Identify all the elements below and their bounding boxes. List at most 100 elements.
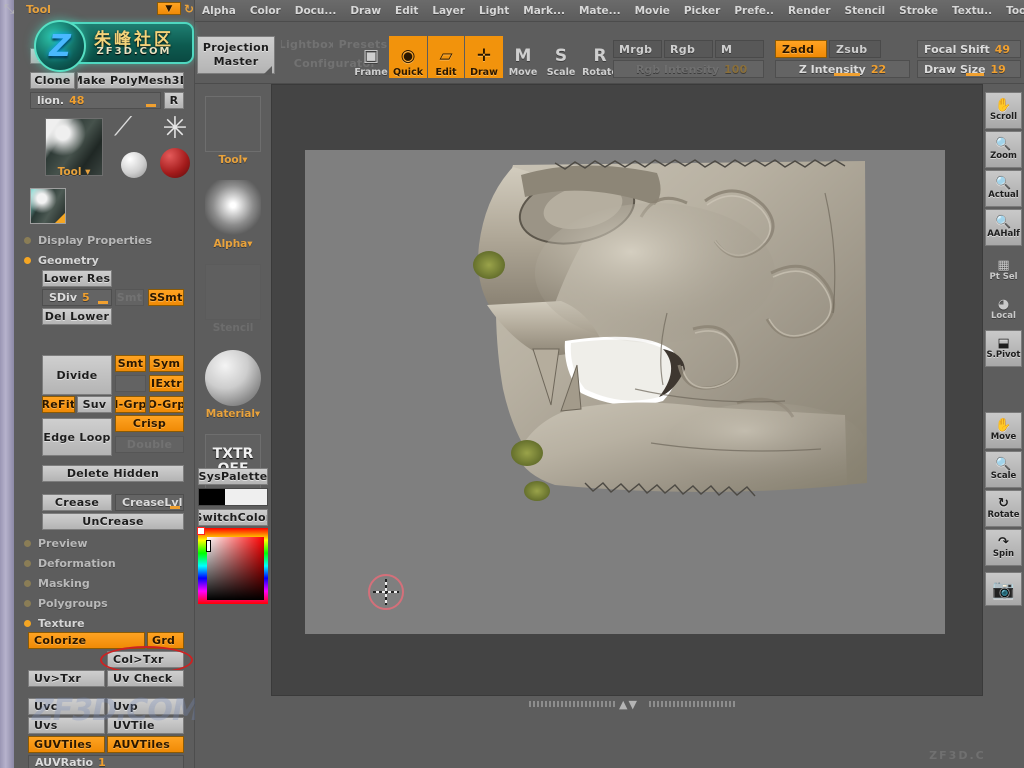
crease-lvl-knob[interactable] bbox=[170, 506, 180, 509]
tool-selector-label[interactable]: Tool▾ bbox=[195, 154, 271, 166]
menu-color[interactable]: Color bbox=[243, 0, 288, 22]
syspalette-button[interactable]: SysPalette bbox=[198, 468, 268, 485]
divide-button[interactable]: Divide bbox=[42, 355, 112, 395]
toolbar-scale-button[interactable]: S Scale bbox=[543, 36, 579, 79]
menu-document[interactable]: Docu... bbox=[288, 0, 344, 22]
tool-thumbnail-brush[interactable]: ⟋ bbox=[114, 112, 150, 154]
toolbar-quick-button[interactable]: ◉ Quick bbox=[389, 36, 427, 78]
rail-spin-button[interactable]: ↷ Spin bbox=[985, 529, 1022, 566]
iextr-button[interactable]: IExtr bbox=[149, 375, 184, 392]
zadd-button[interactable]: Zadd bbox=[775, 40, 827, 58]
rail-local-button[interactable]: ◕ Local bbox=[985, 291, 1022, 328]
menu-render[interactable]: Render bbox=[781, 0, 838, 22]
toolbar-draw-button[interactable]: ✛ Draw bbox=[465, 36, 503, 78]
ssmt-button[interactable]: SSmt bbox=[148, 289, 184, 306]
menu-preferences[interactable]: Prefe.. bbox=[727, 0, 781, 22]
rail-ptsel-button[interactable]: ▦ Pt Sel bbox=[985, 252, 1022, 289]
alpha-selector-label[interactable]: Alpha▾ bbox=[195, 238, 271, 250]
current-tool-field[interactable]: lion. 48 bbox=[30, 92, 161, 109]
reset-tool-button[interactable]: R bbox=[164, 92, 184, 109]
menu-stroke[interactable]: Stroke bbox=[892, 0, 945, 22]
menu-picker[interactable]: Picker bbox=[677, 0, 728, 22]
tool-thumbnail-sphere3d[interactable] bbox=[121, 152, 147, 178]
rail-scroll-button[interactable]: ✋ Scroll bbox=[985, 92, 1022, 129]
sdiv-knob[interactable] bbox=[98, 301, 108, 304]
uvc-button[interactable]: Uvc bbox=[28, 698, 105, 715]
document-viewport[interactable] bbox=[271, 84, 983, 696]
uvs-button[interactable]: Uvs bbox=[28, 717, 105, 734]
menu-edit[interactable]: Edit bbox=[388, 0, 425, 22]
crease-button[interactable]: Crease bbox=[42, 494, 112, 511]
sculpted-model[interactable] bbox=[405, 153, 875, 525]
section-preview[interactable]: Preview bbox=[19, 533, 195, 553]
tool-thumbnail-red-sphere[interactable] bbox=[160, 148, 190, 178]
rail-rotate-button[interactable]: ↻ Rotate bbox=[985, 490, 1022, 527]
menu-tool[interactable]: Tool bbox=[999, 0, 1024, 22]
rail-scale-button[interactable]: 🔍 Scale bbox=[985, 451, 1022, 488]
color-picker-hue-ring[interactable] bbox=[197, 527, 268, 604]
rail-camera-button[interactable]: 📷 bbox=[985, 572, 1022, 606]
current-tool-thumbnail[interactable] bbox=[205, 96, 261, 152]
menu-material[interactable]: Mate... bbox=[572, 0, 628, 22]
uncrease-button[interactable]: UnCrease bbox=[42, 513, 184, 530]
mrgb-button[interactable]: Mrgb bbox=[613, 40, 662, 58]
left-edge-scrollbar[interactable] bbox=[0, 0, 14, 768]
current-alpha-thumbnail[interactable] bbox=[205, 180, 261, 236]
auvratio-slider[interactable]: AUVRatio 1 bbox=[28, 755, 184, 768]
section-display-properties[interactable]: Display Properties bbox=[19, 230, 195, 250]
color-picker-sv-square[interactable] bbox=[207, 537, 264, 600]
o-grp-button[interactable]: O-Grp bbox=[149, 396, 184, 413]
crisp-button[interactable]: Crisp bbox=[115, 415, 184, 432]
canvas-resize-arrows-icon[interactable]: ▲▼ bbox=[619, 698, 638, 711]
menu-alpha[interactable]: Alpha bbox=[195, 0, 243, 22]
rail-actual-button[interactable]: 🔍 Actual bbox=[985, 170, 1022, 207]
edge-loop-button[interactable]: Edge Loop bbox=[42, 418, 112, 456]
uvp-button[interactable]: Uvp bbox=[107, 698, 184, 715]
auvtiles-button[interactable]: AUVTiles bbox=[107, 736, 184, 753]
rail-spivot-button[interactable]: ⬓ S.Pivot bbox=[985, 330, 1022, 367]
color-picker-sv-handle[interactable] bbox=[206, 540, 211, 552]
current-material-thumbnail[interactable] bbox=[205, 350, 261, 406]
menu-marker[interactable]: Mark... bbox=[516, 0, 572, 22]
canvas-area[interactable] bbox=[305, 150, 945, 634]
section-texture[interactable]: Texture bbox=[19, 613, 195, 633]
clone-button[interactable]: Clone bbox=[30, 72, 75, 89]
menu-stencil[interactable]: Stencil bbox=[838, 0, 893, 22]
z-intensity-slider[interactable]: Z Intensity 22 bbox=[775, 60, 910, 78]
menu-layer[interactable]: Layer bbox=[425, 0, 472, 22]
secondary-color-swatch[interactable] bbox=[225, 489, 267, 505]
section-polygroups[interactable]: Polygroups bbox=[19, 593, 195, 613]
grd-button[interactable]: Grd bbox=[147, 632, 184, 649]
bottom-hatch-right[interactable] bbox=[649, 701, 735, 707]
focal-shift-slider[interactable]: Focal Shift 49 bbox=[917, 40, 1021, 58]
uvtile-button[interactable]: UVTile bbox=[107, 717, 184, 734]
rail-zoom-button[interactable]: 🔍 Zoom bbox=[985, 131, 1022, 168]
toolbar-frame-button[interactable]: ▣ Frame bbox=[351, 36, 391, 79]
col-to-txr-button[interactable]: Col>Txr bbox=[107, 651, 184, 668]
menu-movie[interactable]: Movie bbox=[628, 0, 677, 22]
del-lower-button[interactable]: Del Lower bbox=[42, 308, 112, 325]
color-swatches[interactable] bbox=[198, 488, 268, 506]
guvtiles-button[interactable]: GUVTiles bbox=[28, 736, 105, 753]
crease-lvl-slider[interactable]: CreaseLvl bbox=[115, 494, 184, 511]
menu-texture[interactable]: Textu.. bbox=[945, 0, 999, 22]
palette-refresh-icon[interactable]: ↻ bbox=[184, 2, 194, 16]
bottom-hatch-left[interactable] bbox=[529, 701, 615, 707]
zsub-button[interactable]: Zsub bbox=[829, 40, 881, 58]
sym-button[interactable]: Sym bbox=[149, 355, 184, 372]
menu-draw[interactable]: Draw bbox=[343, 0, 388, 22]
primary-color-swatch[interactable] bbox=[199, 489, 225, 505]
rgb-button[interactable]: Rgb bbox=[664, 40, 713, 58]
rail-aahalf-button[interactable]: 🔍 AAHalf bbox=[985, 209, 1022, 246]
sdiv-slider[interactable]: SDiv 5 bbox=[42, 289, 112, 306]
section-geometry[interactable]: Geometry bbox=[19, 250, 195, 270]
smt-button[interactable]: Smt bbox=[115, 355, 146, 372]
rail-move-button[interactable]: ✋ Move bbox=[985, 412, 1022, 449]
material-selector-label[interactable]: Material▾ bbox=[195, 408, 271, 420]
delete-hidden-button[interactable]: Delete Hidden bbox=[42, 465, 184, 482]
colorize-button[interactable]: Colorize bbox=[28, 632, 145, 649]
refit-button[interactable]: ReFit bbox=[42, 396, 75, 413]
draw-size-slider[interactable]: Draw Size 19 bbox=[917, 60, 1021, 78]
palette-collapse-arrow-icon[interactable]: ▼ bbox=[157, 2, 181, 15]
toolbar-edit-button[interactable]: ▱ Edit bbox=[428, 36, 464, 78]
